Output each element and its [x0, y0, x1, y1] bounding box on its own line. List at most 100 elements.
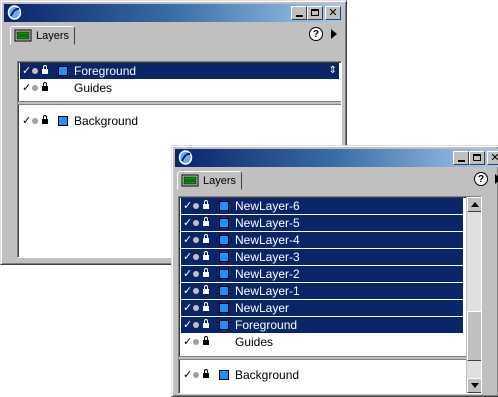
checkmark-icon[interactable]: ✓	[183, 233, 192, 247]
lock-icon[interactable]	[203, 251, 209, 260]
tab-layers[interactable]: Layers	[177, 171, 243, 190]
layer-row-icons: ✓	[22, 63, 62, 79]
checkmark-icon[interactable]: ✓	[22, 64, 31, 78]
layer-row[interactable]: ✓ NewLayer-3	[181, 249, 463, 265]
layer-row[interactable]: ✓ Background	[181, 367, 463, 383]
checkmark-icon[interactable]: ✓	[183, 250, 192, 264]
layer-row[interactable]: ✓ NewLayer-2	[181, 266, 463, 282]
layers-icon	[14, 29, 32, 42]
lock-icon[interactable]	[42, 65, 48, 74]
lock-icon[interactable]	[203, 217, 209, 226]
help-button[interactable]: ?	[474, 172, 488, 186]
checkmark-icon[interactable]: ✓	[183, 267, 192, 281]
maximize-button[interactable]	[307, 6, 323, 20]
scroll-down-button[interactable]	[467, 378, 481, 393]
layer-name: Guides	[235, 335, 274, 349]
scroll-up-button[interactable]	[467, 197, 481, 212]
title-bar[interactable]: ✕	[4, 4, 343, 22]
dot-icon[interactable]	[193, 322, 199, 328]
panel-menu-arrow-icon[interactable]	[331, 29, 337, 39]
layers-window-front: ✕ Layers ? ✓ NewLayer-6 ✓ NewLayer-5 ✓ NewLay…	[171, 145, 498, 397]
close-button[interactable]: ✕	[487, 151, 498, 165]
lock-icon[interactable]	[203, 268, 209, 277]
layer-row[interactable]: ✓ Foreground	[181, 317, 463, 333]
layer-row[interactable]: ✓ Background	[20, 113, 339, 129]
layer-row[interactable]: ✓ NewLayer	[181, 300, 463, 316]
layer-color-swatch	[58, 116, 68, 126]
tab-row: Layers ?	[4, 24, 343, 46]
dot-icon[interactable]	[193, 339, 199, 345]
checkmark-icon[interactable]: ✓	[183, 199, 192, 213]
layer-row[interactable]: ✓ Guides	[20, 80, 339, 96]
layer-row-icons: ✓	[183, 215, 223, 231]
lock-icon[interactable]	[203, 302, 209, 311]
layer-row-icons: ✓	[183, 198, 223, 214]
checkmark-icon[interactable]: ✓	[22, 114, 31, 128]
layer-name: NewLayer-3	[235, 250, 300, 264]
layer-name: Guides	[74, 81, 113, 95]
layer-row[interactable]: ✓ NewLayer-6	[181, 198, 463, 214]
dot-icon[interactable]	[193, 288, 199, 294]
checkmark-icon[interactable]: ✓	[183, 335, 192, 349]
vertical-scrollbar[interactable]	[466, 197, 481, 393]
lock-icon[interactable]	[203, 285, 209, 294]
lock-icon[interactable]	[42, 115, 48, 124]
layer-row-icons: ✓	[183, 300, 223, 316]
lock-icon[interactable]	[42, 82, 48, 91]
lock-icon[interactable]	[203, 234, 209, 243]
dot-icon[interactable]	[193, 203, 199, 209]
layer-color-swatch	[219, 303, 229, 313]
tab-layers[interactable]: Layers	[10, 26, 76, 45]
minimize-button[interactable]	[291, 6, 307, 20]
maximize-button[interactable]	[469, 151, 485, 165]
layer-name: NewLayer	[235, 301, 290, 315]
tab-row: Layers ?	[175, 169, 498, 191]
checkmark-icon[interactable]: ✓	[22, 81, 31, 95]
layer-row-icons: ✓	[183, 283, 223, 299]
dot-icon[interactable]	[193, 271, 199, 277]
window-buttons: ✕	[453, 151, 498, 165]
dot-icon[interactable]	[193, 220, 199, 226]
dot-icon[interactable]	[32, 85, 38, 91]
minimize-icon	[296, 15, 303, 17]
checkmark-icon[interactable]: ✓	[183, 216, 192, 230]
layer-group-divider[interactable]	[18, 101, 341, 105]
drag-handle-icon[interactable]: ⇕	[329, 65, 337, 77]
layer-name: NewLayer-5	[235, 216, 300, 230]
lock-icon[interactable]	[203, 336, 209, 345]
checkmark-icon[interactable]: ✓	[183, 318, 192, 332]
layer-row[interactable]: ✓ NewLayer-1	[181, 283, 463, 299]
checkmark-icon[interactable]: ✓	[183, 368, 192, 382]
layer-row[interactable]: ✓ NewLayer-5	[181, 215, 463, 231]
minimize-button[interactable]	[453, 151, 469, 165]
layer-color-swatch	[219, 370, 229, 380]
help-button[interactable]: ?	[309, 27, 323, 41]
close-button[interactable]: ✕	[325, 6, 341, 20]
layer-group-divider[interactable]	[179, 356, 466, 360]
layer-name: NewLayer-4	[235, 233, 300, 247]
dot-icon[interactable]	[193, 372, 199, 378]
layer-row-icons: ✓	[22, 80, 62, 96]
layer-row[interactable]: ✓ NewLayer-4	[181, 232, 463, 248]
layer-row-icons: ✓	[183, 266, 223, 282]
layer-list: ✓ NewLayer-6 ✓ NewLayer-5 ✓ NewLayer-4 ✓ NewLay…	[178, 196, 482, 394]
dot-icon[interactable]	[32, 68, 38, 74]
checkmark-icon[interactable]: ✓	[183, 301, 192, 315]
layer-row-icons: ✓	[183, 232, 223, 248]
window-buttons: ✕	[291, 6, 341, 20]
layer-row-icons: ✓	[183, 249, 223, 265]
lock-icon[interactable]	[203, 319, 209, 328]
dot-icon[interactable]	[32, 118, 38, 124]
title-bar[interactable]: ✕	[175, 149, 498, 167]
layer-row[interactable]: ✓ Guides	[181, 334, 463, 350]
dot-icon[interactable]	[193, 254, 199, 260]
lock-icon[interactable]	[203, 200, 209, 209]
layer-row[interactable]: ✓ Foreground ⇕	[20, 63, 339, 79]
layers-icon	[181, 174, 199, 187]
dot-icon[interactable]	[193, 237, 199, 243]
dot-icon[interactable]	[193, 305, 199, 311]
lock-icon[interactable]	[203, 369, 209, 378]
scroll-thumb[interactable]	[467, 310, 481, 361]
checkmark-icon[interactable]: ✓	[183, 284, 192, 298]
minimize-icon	[458, 160, 465, 162]
